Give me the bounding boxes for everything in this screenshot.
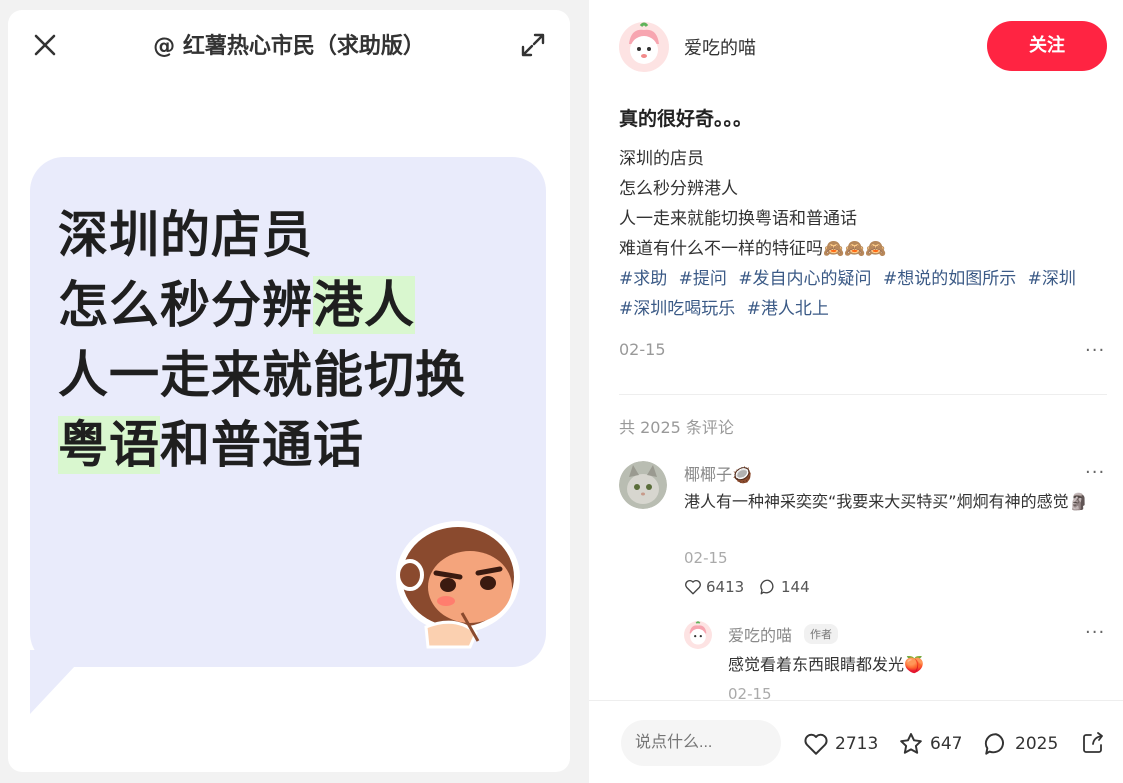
like-count: 2713: [835, 734, 879, 754]
image-viewer-panel: @ 红薯热心市民（求助版） 深圳的店员 怎么秒分辨港人 人一走来就能切换 粤语和…: [8, 10, 570, 772]
author-name[interactable]: 爱吃的喵: [684, 34, 756, 60]
star-icon: [900, 733, 922, 754]
comment-reply-button[interactable]: 144: [759, 578, 810, 596]
post-body-line: 人一走来就能切换粤语和普通话: [619, 209, 857, 229]
tag-link[interactable]: #求助: [619, 269, 667, 289]
comment-like-count: 6413: [706, 578, 745, 596]
comment-bubble-icon: [760, 579, 774, 595]
share-icon[interactable]: [1081, 731, 1105, 755]
post-tags: #求助 #提问 #发自内心的疑问 #想说的如图所示 #深圳 #深圳吃喝玩乐 #港…: [619, 264, 1099, 324]
post-title: 真的很好奇。。。: [619, 108, 753, 130]
tag-link[interactable]: #提问: [679, 269, 727, 289]
collect-count: 647: [930, 734, 963, 754]
reply-more-icon[interactable]: ···: [1085, 624, 1107, 642]
comment-more-icon[interactable]: ···: [1085, 464, 1107, 482]
post-body-line: 怎么秒分辨港人: [619, 179, 738, 199]
divider: [619, 394, 1107, 395]
bubble-line: 深圳的店员: [58, 206, 313, 264]
follow-button[interactable]: 关注: [987, 21, 1107, 71]
bubble-line: 人一走来就能切换: [58, 346, 466, 404]
viewer-title: @ 红薯热心市民（求助版）: [153, 34, 425, 59]
bubble-text: 深圳的店员 怎么秒分辨港人 人一走来就能切换 粤语和普通话: [58, 200, 538, 480]
post-date: 02-15: [619, 340, 666, 359]
bubble-line: 怎么秒分辨港人: [58, 276, 415, 334]
commenter-avatar[interactable]: [619, 461, 667, 509]
comment-text: 港人有一种神采奕奕“我要来大买特买”炯炯有神的感觉🗿: [684, 492, 1089, 511]
comment-button[interactable]: 2025: [983, 731, 1058, 757]
author-badge: 作者: [804, 624, 838, 644]
post-more-icon[interactable]: ···: [1085, 342, 1107, 360]
like-button[interactable]: 2713: [803, 731, 878, 757]
post-detail-panel: 爱吃的喵 关注 真的很好奇。。。 深圳的店员 怎么秒分辨港人 人一走来就能切换粤…: [589, 0, 1123, 783]
viewer-header: @ 红薯热心市民（求助版）: [8, 10, 570, 78]
post-body-line: 难道有什么不一样的特征吗🙈🙈🙈: [619, 239, 887, 259]
tag-link[interactable]: #深圳吃喝玩乐: [619, 299, 735, 319]
reply-author-name[interactable]: 爱吃的喵: [728, 622, 792, 646]
heart-icon: [685, 579, 701, 595]
heart-icon: [804, 733, 828, 755]
author-avatar[interactable]: [619, 22, 669, 72]
comment-reply-count: 144: [781, 578, 810, 596]
comment-total: 2025: [1015, 734, 1059, 754]
comment-date: 02-15: [684, 549, 728, 567]
reply-text: 感觉看着东西眼睛都发光🍑: [728, 655, 924, 674]
comment-input[interactable]: [621, 720, 781, 766]
bubble-line: 粤语和普通话: [58, 416, 364, 474]
speech-bubble-tail: [30, 650, 90, 714]
comment-like-button[interactable]: 6413: [684, 578, 744, 596]
comment-bubble-icon: [984, 733, 1004, 755]
collect-button[interactable]: 647: [898, 731, 962, 757]
highlight: 港人: [313, 276, 415, 334]
tag-link[interactable]: #发自内心的疑问: [738, 269, 871, 289]
commenter-name[interactable]: 椰椰子🥥: [684, 461, 752, 485]
thinking-monkey-sticker: [396, 521, 520, 649]
post-body-line: 深圳的店员: [619, 149, 704, 169]
tag-link[interactable]: #深圳: [1028, 269, 1076, 289]
post-body: 深圳的店员 怎么秒分辨港人 人一走来就能切换粤语和普通话 难道有什么不一样的特征…: [619, 144, 1109, 264]
expand-icon[interactable]: [520, 32, 546, 58]
reply-author-avatar[interactable]: [684, 621, 712, 649]
comment-count: 共 2025 条评论: [619, 418, 734, 437]
tag-link[interactable]: #港人北上: [747, 299, 829, 319]
highlight: 粤语: [58, 416, 160, 474]
tag-link[interactable]: #想说的如图所示: [883, 269, 1016, 289]
